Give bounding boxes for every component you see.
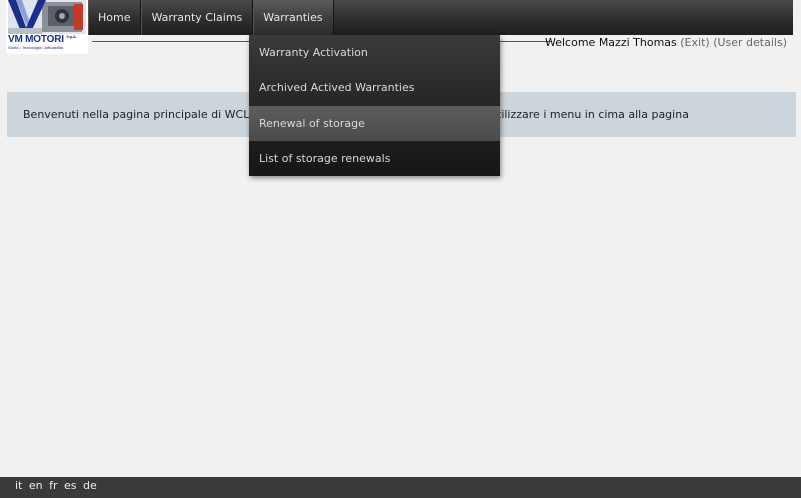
logo-tagline: Storia • Tecnologia • Affidabilità: [8, 45, 63, 50]
banner-text-right: tilizzare i menu in cima alla pagina: [497, 108, 689, 121]
company-logo[interactable]: VM MOTORI S.p.A. Storia • Tecnologia • A…: [6, 0, 88, 54]
nav-item-home[interactable]: Home: [88, 0, 142, 35]
logo-name-text: VM MOTORI: [8, 34, 64, 45]
welcome-area: Welcome Mazzi Thomas (Exit) (User detail…: [545, 36, 787, 49]
footer-language-bar: it en fr es de: [0, 477, 801, 498]
language-link-it[interactable]: it: [15, 479, 22, 492]
language-link-en[interactable]: en: [29, 479, 43, 492]
menu-item-renewal-of-storage[interactable]: Renewal of storage: [249, 105, 500, 141]
menu-item-warranty-activation[interactable]: Warranty Activation: [249, 35, 500, 70]
logo-company-name: VM MOTORI S.p.A.: [8, 34, 88, 45]
language-link-fr[interactable]: fr: [49, 479, 57, 492]
logo-suffix: S.p.A.: [66, 34, 77, 39]
warranties-dropdown-menu: Warranty Activation Archived Actived War…: [249, 35, 500, 176]
language-link-es[interactable]: es: [64, 479, 77, 492]
welcome-prefix: Welcome: [544, 36, 596, 49]
exit-link[interactable]: (Exit): [680, 36, 709, 49]
user-details-link[interactable]: (User details): [713, 36, 787, 49]
banner-text-left: Benvenuti nella pagina principale di WCL…: [23, 108, 264, 121]
nav-item-warranties[interactable]: Warranties: [253, 0, 334, 35]
top-navigation-bar: Home Warranty Claims Warranties: [88, 0, 793, 35]
language-link-de[interactable]: de: [83, 479, 97, 492]
nav-item-warranty-claims[interactable]: Warranty Claims: [141, 0, 254, 35]
user-name: Mazzi Thomas: [598, 36, 677, 49]
menu-item-list-of-storage-renewals[interactable]: List of storage renewals: [249, 141, 500, 176]
menu-item-archived-actived-warranties[interactable]: Archived Actived Warranties: [249, 70, 500, 105]
logo-engine-image: [8, 0, 86, 34]
